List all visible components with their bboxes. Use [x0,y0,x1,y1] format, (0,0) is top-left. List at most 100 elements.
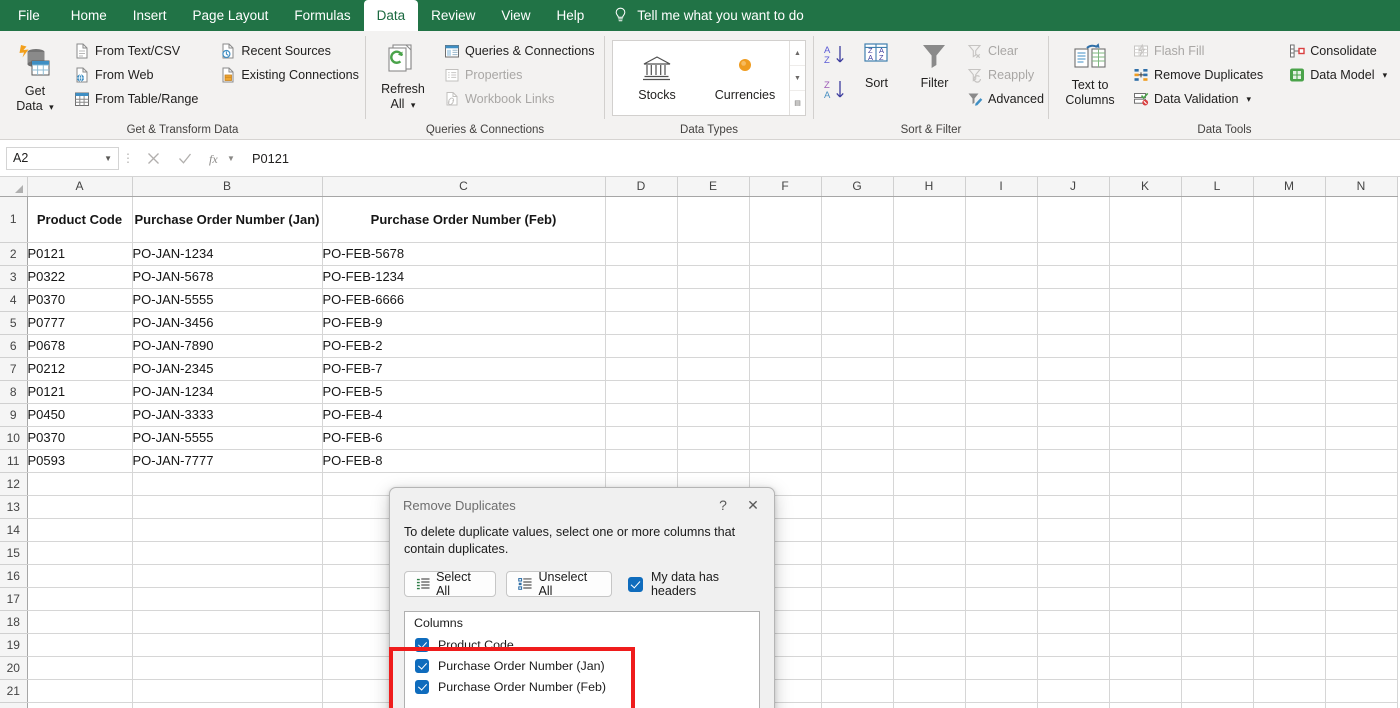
cell-e6[interactable] [677,334,750,358]
queries-connections-button[interactable]: Queries & Connections [440,40,599,62]
cell-d3[interactable] [605,265,678,289]
column-header-m[interactable]: M [1253,177,1326,197]
cell-e11[interactable] [677,449,750,473]
confirm-entry-button[interactable] [169,147,201,170]
cell-m20[interactable] [1253,656,1326,680]
tab-page-layout[interactable]: Page Layout [180,0,282,31]
cell-j3[interactable] [1037,265,1110,289]
row-header-5[interactable]: 5 [0,311,28,335]
cell-m21[interactable] [1253,679,1326,703]
cell-a13[interactable] [27,495,133,519]
cell-i7[interactable] [965,357,1038,381]
column-header-l[interactable]: L [1181,177,1254,197]
cell-m12[interactable] [1253,472,1326,496]
currencies-data-type[interactable]: Currencies [701,41,789,115]
cell-g17[interactable] [821,587,894,611]
cell-b1[interactable]: Purchase Order Number (Jan) [132,196,323,243]
checkbox-checked-icon[interactable] [415,637,429,652]
cell-d2[interactable] [605,242,678,266]
cell-l9[interactable] [1181,403,1254,427]
cell-h20[interactable] [893,656,966,680]
cell-j20[interactable] [1037,656,1110,680]
name-box-chevron-down-icon[interactable]: ▼ [104,154,112,163]
cell-h10[interactable] [893,426,966,450]
from-web-button[interactable]: From Web [70,64,202,86]
tell-me-search[interactable]: Tell me what you want to do [597,0,804,31]
existing-connections-button[interactable]: Existing Connections [216,64,363,86]
cell-m11[interactable] [1253,449,1326,473]
cell-g4[interactable] [821,288,894,312]
cell-m5[interactable] [1253,311,1326,335]
cell-e10[interactable] [677,426,750,450]
cell-c2[interactable]: PO-FEB-5678 [322,242,606,266]
tab-file[interactable]: File [0,0,58,31]
cancel-entry-button[interactable] [137,147,169,170]
cell-a4[interactable]: P0370 [27,288,133,312]
cell-m13[interactable] [1253,495,1326,519]
dialog-help-button[interactable]: ? [708,492,738,518]
cell-l13[interactable] [1181,495,1254,519]
cell-b7[interactable]: PO-JAN-2345 [132,357,323,381]
cell-i9[interactable] [965,403,1038,427]
cell-g11[interactable] [821,449,894,473]
cell-i3[interactable] [965,265,1038,289]
cell-g15[interactable] [821,541,894,565]
cell-h13[interactable] [893,495,966,519]
cell-g22[interactable] [821,702,894,708]
cell-m9[interactable] [1253,403,1326,427]
cell-l16[interactable] [1181,564,1254,588]
cell-d1[interactable] [605,196,678,243]
row-header-9[interactable]: 9 [0,403,28,427]
cell-b14[interactable] [132,518,323,542]
cell-n12[interactable] [1325,472,1398,496]
sort-button[interactable]: Z A A Z Sort [850,38,903,91]
cell-n15[interactable] [1325,541,1398,565]
cell-n11[interactable] [1325,449,1398,473]
cell-j2[interactable] [1037,242,1110,266]
cell-i5[interactable] [965,311,1038,335]
cell-n17[interactable] [1325,587,1398,611]
row-header-13[interactable]: 13 [0,495,28,519]
column-header-n[interactable]: N [1325,177,1398,197]
row-header-1[interactable]: 1 [0,196,28,243]
cell-h3[interactable] [893,265,966,289]
checkbox-checked-icon[interactable] [415,658,429,673]
cell-b3[interactable]: PO-JAN-5678 [132,265,323,289]
dialog-title-bar[interactable]: Remove Duplicates ? ✕ [390,488,774,522]
cell-l4[interactable] [1181,288,1254,312]
cell-b11[interactable]: PO-JAN-7777 [132,449,323,473]
column-header-b[interactable]: B [132,177,323,197]
select-all-corner[interactable] [0,177,28,197]
cell-i17[interactable] [965,587,1038,611]
cell-j9[interactable] [1037,403,1110,427]
cell-k22[interactable] [1109,702,1182,708]
advanced-filter-button[interactable]: Advanced [963,88,1048,110]
cell-n13[interactable] [1325,495,1398,519]
cell-c7[interactable]: PO-FEB-7 [322,357,606,381]
cell-m17[interactable] [1253,587,1326,611]
cell-b12[interactable] [132,472,323,496]
cell-h8[interactable] [893,380,966,404]
gallery-scroll-up[interactable]: ▲ [790,41,805,66]
data-types-gallery-scrollbar[interactable]: ▲ ▼ ▤ [789,41,805,115]
cell-n21[interactable] [1325,679,1398,703]
columns-list-box[interactable]: Columns Product Code Purchase Order Numb… [404,611,760,708]
cell-k17[interactable] [1109,587,1182,611]
cell-i21[interactable] [965,679,1038,703]
cell-n5[interactable] [1325,311,1398,335]
tab-formulas[interactable]: Formulas [281,0,363,31]
insert-function-button[interactable]: fx ▼ [201,147,243,170]
cell-k1[interactable] [1109,196,1182,243]
cell-j4[interactable] [1037,288,1110,312]
cell-g14[interactable] [821,518,894,542]
cell-j22[interactable] [1037,702,1110,708]
column-header-d[interactable]: D [605,177,678,197]
cell-a6[interactable]: P0678 [27,334,133,358]
cell-k9[interactable] [1109,403,1182,427]
cell-a20[interactable] [27,656,133,680]
cell-f6[interactable] [749,334,822,358]
cell-j15[interactable] [1037,541,1110,565]
cell-a12[interactable] [27,472,133,496]
cell-a17[interactable] [27,587,133,611]
cell-n2[interactable] [1325,242,1398,266]
